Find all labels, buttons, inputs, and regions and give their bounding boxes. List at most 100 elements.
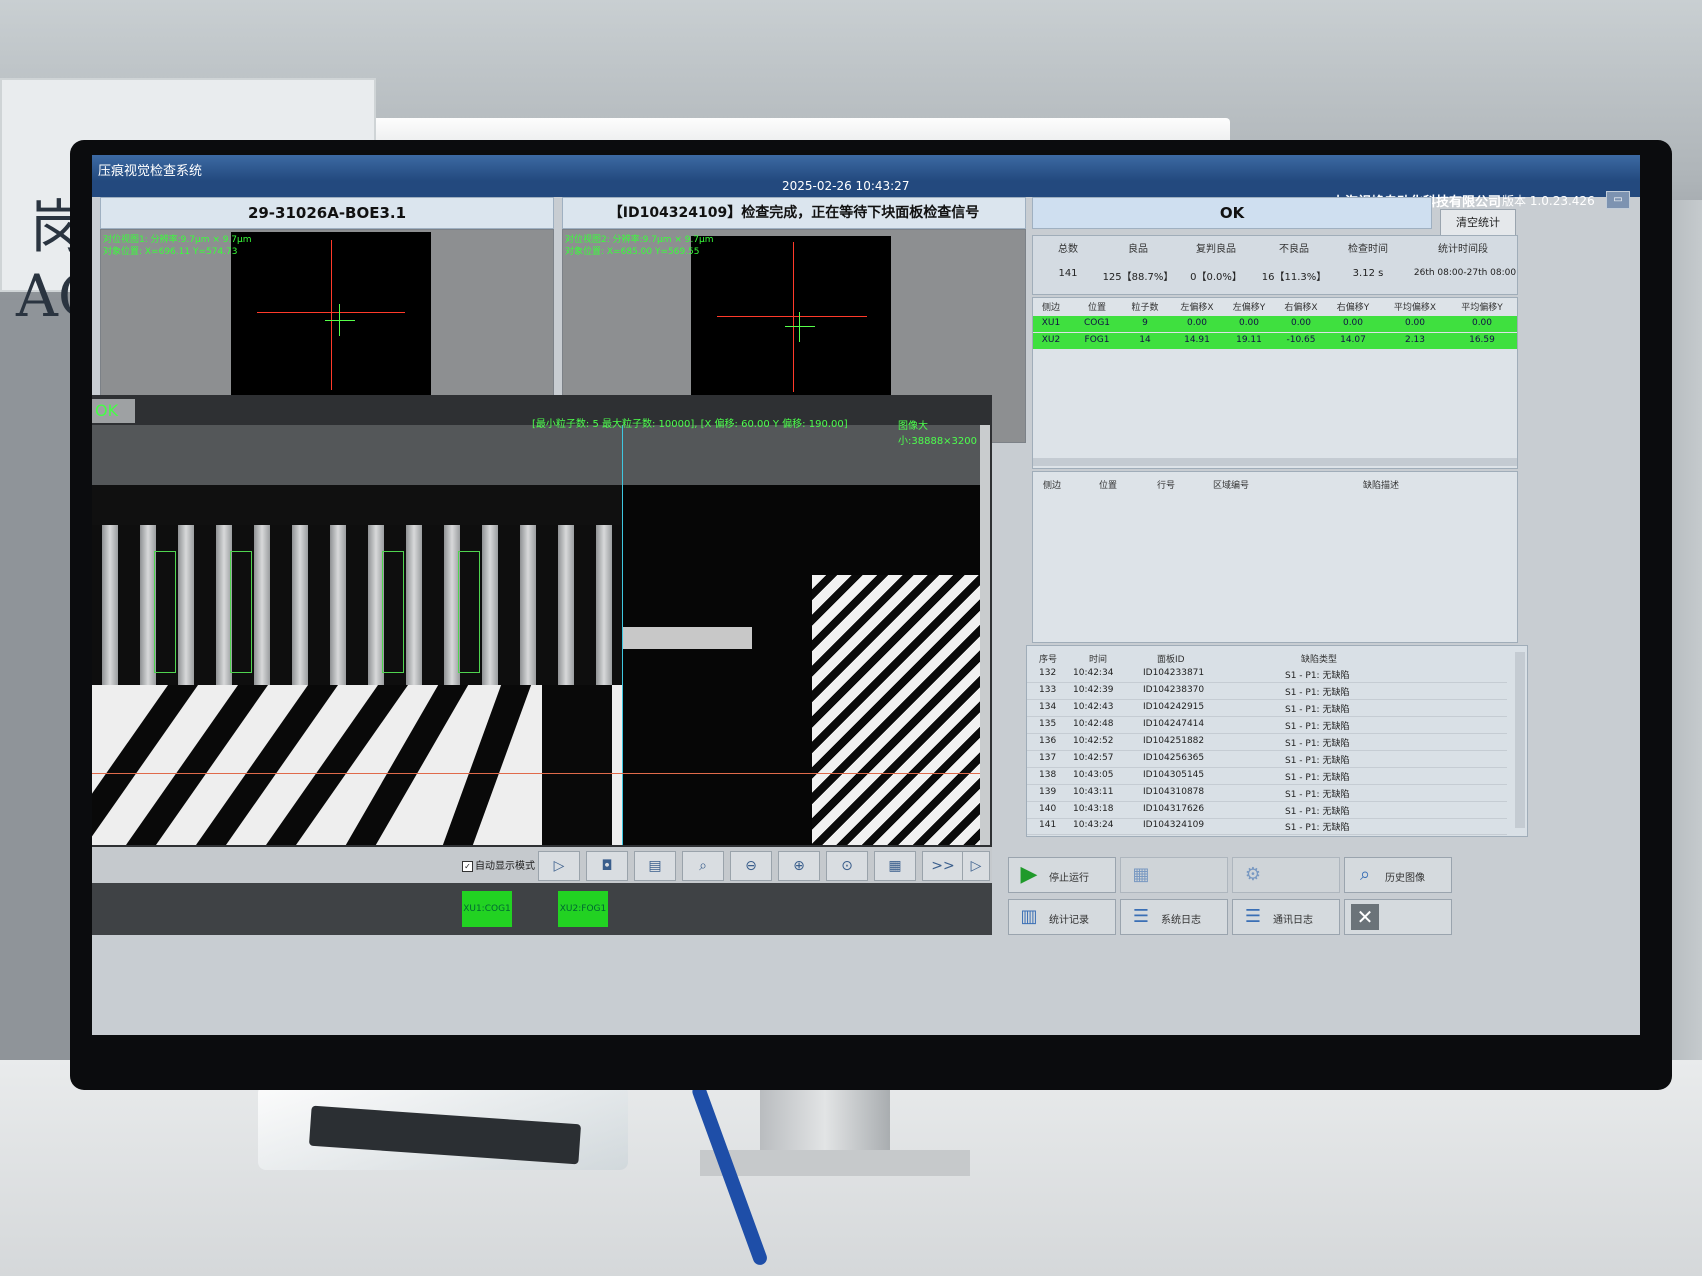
cell: COG1 <box>1083 318 1111 328</box>
minimize-button[interactable]: ▭ <box>1606 191 1630 209</box>
image-toolbar: ✓自动显示模式 ▷ ◘ ▤ ⌕ ⊖ ⊕ ⊙ ▦ >><< ▷ <box>92 847 992 902</box>
stat-header: 总数 <box>1058 244 1078 255</box>
cell: 10:42:34 <box>1073 668 1114 678</box>
cell: -10.65 <box>1286 335 1316 345</box>
cell: 141 <box>1039 820 1057 830</box>
inspection-log-table: 序号 时间 面板ID 缺陷类型 132 10:42:34 ID104233871 S1… <box>1026 645 1528 837</box>
list-item[interactable]: 139 10:43:11 ID104310878 S1 - P1: 无缺陷 <box>1027 785 1507 802</box>
col-header: 侧边 <box>1043 481 1062 491</box>
cam1-red-crosshair-v <box>331 240 332 390</box>
table-row[interactable]: XU2 FOG1 14 14.91 19.11 -10.65 14.07 2.1… <box>1033 333 1517 349</box>
col-header: 面板ID <box>1157 655 1185 665</box>
cell: ID104324109 <box>1143 820 1205 830</box>
table-row[interactable]: XU1 COG1 9 0.00 0.00 0.00 0.00 0.00 0.00 <box>1033 316 1517 332</box>
cell: S1 - P1: 无缺陷 <box>1285 773 1350 783</box>
comm-log-button[interactable]: ☰ 通讯日志 <box>1232 899 1340 935</box>
auto-display-mode[interactable]: ✓ 自动显示模式 <box>462 857 535 872</box>
stat-record-label: 统计记录 <box>1049 915 1089 926</box>
pin <box>596 525 612 685</box>
cam2-red-crosshair-h <box>717 316 867 317</box>
play-icon[interactable]: ▷ <box>538 851 580 881</box>
cell: ID104242915 <box>1143 702 1205 712</box>
current-datetime: 2025-02-26 10:43:27 <box>782 179 910 193</box>
cell: 138 <box>1039 770 1057 780</box>
zoom-in-icon[interactable]: ⊕ <box>778 851 820 881</box>
col-header: 序号 <box>1039 655 1058 665</box>
inspection-scrollbar[interactable] <box>1033 458 1517 466</box>
list-item[interactable]: 137 10:42:57 ID104256365 S1 - P1: 无缺陷 <box>1027 751 1507 768</box>
col-header: 位置 <box>1099 481 1118 491</box>
cell: 0.00 <box>1238 318 1260 328</box>
col-header: 平均偏移X <box>1393 303 1437 313</box>
list-item[interactable]: 136 10:42:52 ID104251882 S1 - P1: 无缺陷 <box>1027 734 1507 751</box>
title-bar: 压痕视觉检查系统 <box>92 155 1640 181</box>
cam1-image <box>231 232 431 412</box>
system-log-button[interactable]: ☰ 系统日志 <box>1120 899 1228 935</box>
stat-header: 复判良品 <box>1196 244 1236 255</box>
cell: 139 <box>1039 787 1057 797</box>
exit-button[interactable]: ✕ <box>1344 899 1452 935</box>
save-image-icon[interactable]: ▤ <box>634 851 676 881</box>
trace <box>542 685 612 845</box>
pin-area <box>92 525 622 685</box>
cell: 132 <box>1039 668 1057 678</box>
zoom-max-icon[interactable]: ⌕ <box>682 851 724 881</box>
pin <box>558 525 574 685</box>
stat-header: 良品 <box>1128 244 1148 255</box>
station-xu1[interactable]: XU1:COG1 <box>462 891 512 927</box>
overall-result: OK <box>1032 197 1432 229</box>
cell: ID104238370 <box>1143 685 1205 695</box>
fit-icon[interactable]: >><< <box>922 851 964 902</box>
zoom-out-icon[interactable]: ⊖ <box>730 851 772 881</box>
settings-button[interactable]: ⚙ <box>1232 857 1340 893</box>
main-result-badge: OK <box>92 399 135 423</box>
detect-box <box>382 551 404 673</box>
app-window: 压痕视觉检查系统 2025-02-26 10:43:27 上海视峰自动化科技有限… <box>92 155 1640 1035</box>
log-scrollbar[interactable] <box>1515 652 1525 828</box>
list-item[interactable]: 140 10:43:18 ID104317626 S1 - P1: 无缺陷 <box>1027 802 1507 819</box>
bar-element <box>622 627 752 649</box>
list-item[interactable]: 135 10:42:48 ID104247414 S1 - P1: 无缺陷 <box>1027 717 1507 734</box>
cell: ID104256365 <box>1143 753 1205 763</box>
main-image-scrollbar[interactable] <box>980 425 990 845</box>
detect-box <box>458 551 480 673</box>
cell: 137 <box>1039 753 1057 763</box>
list-item[interactable]: 141 10:43:24 ID104324109 S1 - P1: 无缺陷 <box>1027 818 1507 835</box>
auto-display-checkbox[interactable]: ✓ <box>462 861 473 872</box>
document-icon: ☰ <box>1132 906 1150 927</box>
stat-record-button[interactable]: ▥ 统计记录 <box>1008 899 1116 935</box>
history-image-button[interactable]: ⌕ 历史图像 <box>1344 857 1452 893</box>
stop-run-button[interactable]: ▶ 停止运行 <box>1008 857 1116 893</box>
cell: 10:42:43 <box>1073 702 1114 712</box>
layout-button[interactable]: ▦ <box>1120 857 1228 893</box>
next-icon[interactable]: ▷ <box>962 851 990 881</box>
pin <box>254 525 270 685</box>
clear-stats-button[interactable]: 清空统计 <box>1440 209 1516 237</box>
cell: 10:43:24 <box>1073 820 1114 830</box>
col-header: 位置 <box>1087 303 1106 313</box>
pin <box>178 525 194 685</box>
image-size: 图像大小:38888×3200 <box>898 421 978 447</box>
cell: 0.00 <box>1186 318 1208 328</box>
cell: S1 - P1: 无缺陷 <box>1285 756 1350 766</box>
col-header: 时间 <box>1089 655 1108 665</box>
comm-log-label: 通讯日志 <box>1273 915 1313 926</box>
pin <box>330 525 346 685</box>
list-item[interactable]: 133 10:42:39 ID104238370 S1 - P1: 无缺陷 <box>1027 683 1507 700</box>
list-item[interactable]: 132 10:42:34 ID104233871 S1 - P1: 无缺陷 <box>1027 666 1507 683</box>
trace <box>195 685 339 845</box>
station-xu2[interactable]: XU2:FOG1 <box>558 891 608 927</box>
app-title: 压痕视觉检查系统 <box>98 164 203 179</box>
snapshot-icon[interactable]: ◘ <box>586 851 628 881</box>
col-header: 左偏移X <box>1180 303 1214 313</box>
pin <box>102 525 118 685</box>
zoom-1to1-icon[interactable]: ⊙ <box>826 851 868 881</box>
list-item[interactable]: 138 10:43:05 ID104305145 S1 - P1: 无缺陷 <box>1027 768 1507 785</box>
cell: 135 <box>1039 719 1057 729</box>
cell: 10:42:57 <box>1073 753 1114 763</box>
app-version: 版本 1.0.23.426 <box>1502 194 1595 208</box>
list-item[interactable]: 134 10:42:43 ID104242915 S1 - P1: 无缺陷 <box>1027 700 1507 717</box>
grid-icon[interactable]: ▦ <box>874 851 916 881</box>
main-inspection-image[interactable]: OK [最小粒子数: 5 最大粒子数: 10000], [X 偏移: 60.00… <box>92 395 992 847</box>
pin <box>520 525 536 685</box>
